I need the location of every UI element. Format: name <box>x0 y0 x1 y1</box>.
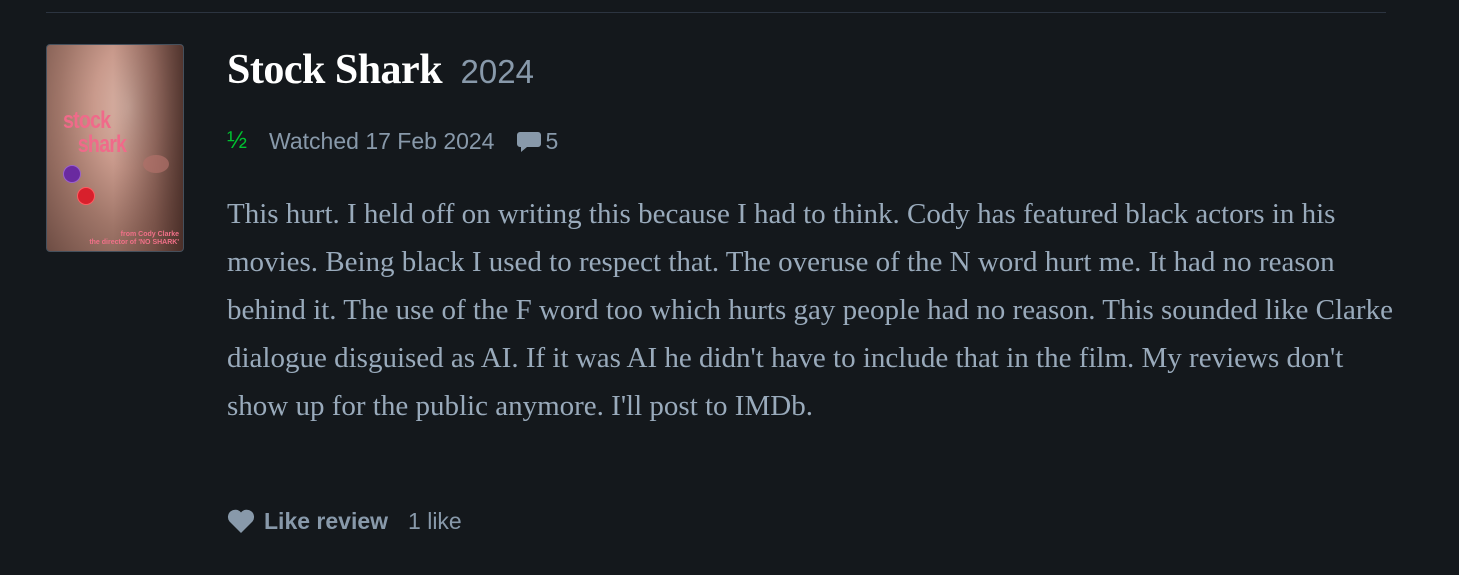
film-year-link[interactable]: 2024 <box>461 53 534 90</box>
poster-credit-line2: the director of 'NO SHARK' <box>89 239 179 246</box>
review-actions: Like review 1 like <box>226 505 462 537</box>
speech-bubble-icon <box>517 132 542 152</box>
poster-title-line2: shark <box>77 131 127 158</box>
poster-title: stock shark <box>63 109 137 157</box>
star-rating: ½ <box>227 127 248 154</box>
like-review-button[interactable]: Like review <box>226 508 388 535</box>
poster-artwork-detail <box>143 155 169 173</box>
comments-link[interactable]: 5 <box>516 128 558 155</box>
like-count-link[interactable]: 1 like <box>408 508 462 535</box>
film-title-link[interactable]: Stock Shark <box>227 47 443 93</box>
poster-credit-line1: from Cody Clarke <box>120 231 179 238</box>
poster-title-line1: stock <box>63 107 111 134</box>
film-heading: Stock Shark 2024 <box>227 46 534 94</box>
watched-date-link[interactable]: Watched 17 Feb 2024 <box>269 128 494 155</box>
poster-credit: from Cody Clarke the director of 'NO SHA… <box>89 231 179 247</box>
film-poster[interactable]: stock shark from Cody Clarke the directo… <box>46 44 184 252</box>
poster-sticker-purple <box>63 165 81 183</box>
review-meta: ½ Watched 17 Feb 2024 5 <box>227 126 558 156</box>
like-review-label: Like review <box>264 507 389 534</box>
top-divider <box>46 12 1386 13</box>
poster-sticker-red <box>77 187 95 205</box>
review-body: This hurt. I held off on writing this be… <box>227 198 1393 422</box>
comment-count: 5 <box>545 127 559 154</box>
heart-icon <box>227 509 255 533</box>
